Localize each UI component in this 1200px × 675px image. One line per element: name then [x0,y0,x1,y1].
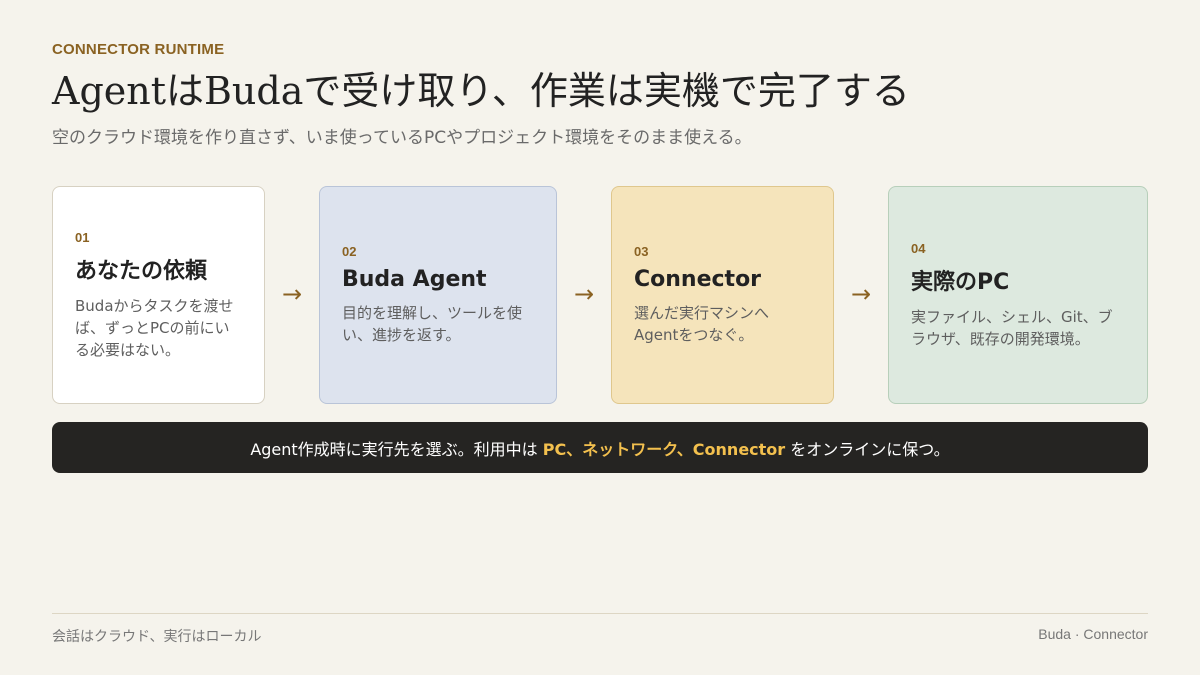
footer-divider [52,613,1148,614]
arrow-right-icon: → [850,280,872,308]
page-subtitle: 空のクラウド環境を作り直さず、いま使っているPCやプロジェクト環境をそのまま使え… [52,128,752,148]
step-title: あなたの依頼 [75,258,208,284]
footer-brand: Buda · Connector [1038,626,1148,642]
step-card-buda-agent: 02 Buda Agent 目的を理解し、ツールを使い、進捗を返す。 [319,186,557,404]
step-title: Connector [634,267,762,292]
step-card-actual-pc: 04 実際のPC 実ファイル、シェル、Git、ブラウザ、既存の開発環境。 [888,186,1148,404]
step-description: Budaからタスクを渡せば、ずっとPCの前にいる必要はない。 [75,296,234,359]
eyebrow-label: CONNECTOR RUNTIME [52,41,225,58]
step-description: 目的を理解し、ツールを使い、進捗を返す。 [342,304,523,344]
banner-highlight: PC、ネットワーク、Connector [542,439,786,459]
step-card-request: 01 あなたの依頼 Budaからタスクを渡せば、ずっとPCの前にいる必要はない。 [52,186,265,404]
step-title: Buda Agent [342,267,487,292]
step-title: 実際のPC [911,269,1010,295]
arrow-right-icon: → [281,280,303,308]
footer-tagline: 会話はクラウド、実行はローカル [52,629,262,645]
banner-prefix: Agent作成時に実行先を選ぶ。利用中は [250,439,538,459]
step-number: 04 [911,240,926,256]
step-description: 実ファイル、シェル、Git、ブラウザ、既存の開発環境。 [911,307,1113,348]
step-number: 01 [75,229,90,245]
banner-suffix: をオンラインに保つ。 [790,439,950,459]
info-banner: Agent作成時に実行先を選ぶ。利用中は PC、ネットワーク、Connector… [52,422,1148,473]
step-description: 選んだ実行マシンへAgentをつなぐ。 [634,304,770,344]
arrow-right-icon: → [573,280,595,308]
page-title: AgentはBudaで受け取り、作業は実機で完了する [52,69,910,113]
step-number: 02 [342,244,357,259]
step-number: 03 [634,244,649,259]
step-card-connector: 03 Connector 選んだ実行マシンへAgentをつなぐ。 [611,186,834,404]
